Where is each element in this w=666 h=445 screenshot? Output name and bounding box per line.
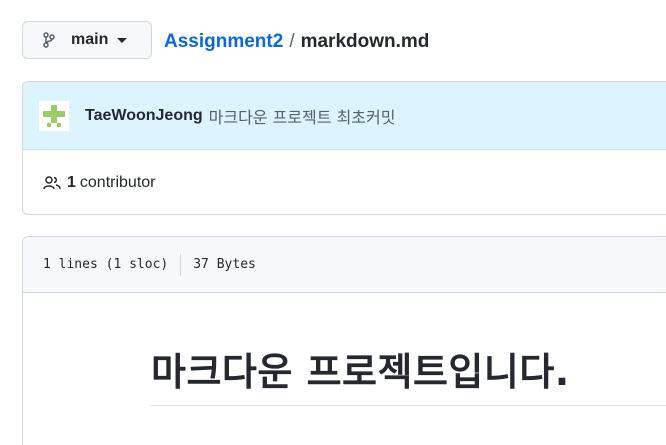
avatar[interactable] (39, 100, 69, 131)
contributors-row[interactable]: 1 contributor (23, 150, 666, 214)
people-icon (43, 175, 63, 191)
contributors-count: 1 (67, 174, 76, 191)
heading-rule (151, 405, 666, 406)
rendered-markdown: 마크다운 프로젝트입니다. (23, 293, 666, 445)
git-branch-icon (43, 32, 57, 48)
commit-header: TaeWoonJeong 마크다운 프로젝트 최초커밋 (23, 82, 666, 150)
breadcrumb-file-name: markdown.md (300, 31, 430, 52)
breadcrumb-repo-link[interactable]: Assignment2 (164, 31, 283, 52)
latest-commit-box: TaeWoonJeong 마크다운 프로젝트 최초커밋 1 contributo… (22, 81, 666, 215)
markdown-heading: 마크다운 프로젝트입니다. (151, 350, 570, 394)
divider (180, 253, 182, 276)
contributors-label: contributor (79, 174, 156, 191)
commit-message-link[interactable]: 마크다운 프로젝트 최초커밋 (209, 104, 396, 128)
file-info-header: 1 lines (1 sloc) 37 Bytes (23, 237, 666, 293)
file-lines-info: 1 lines (1 sloc) (43, 257, 169, 272)
breadcrumb: Assignment2 /markdown.md (164, 31, 429, 53)
file-view-page: main Assignment2 /markdown.md TaeWoonJeon… (0, 0, 666, 445)
commit-author-link[interactable]: TaeWoonJeong (85, 107, 203, 125)
chevron-down-icon (117, 37, 128, 43)
file-content-box: 1 lines (1 sloc) 37 Bytes 마크다운 프로젝트입니다. (22, 236, 666, 445)
branch-select-button[interactable]: main (22, 21, 152, 59)
branch-label: main (71, 31, 109, 48)
breadcrumb-separator: / (289, 31, 295, 52)
file-size-info: 37 Bytes (193, 257, 256, 272)
